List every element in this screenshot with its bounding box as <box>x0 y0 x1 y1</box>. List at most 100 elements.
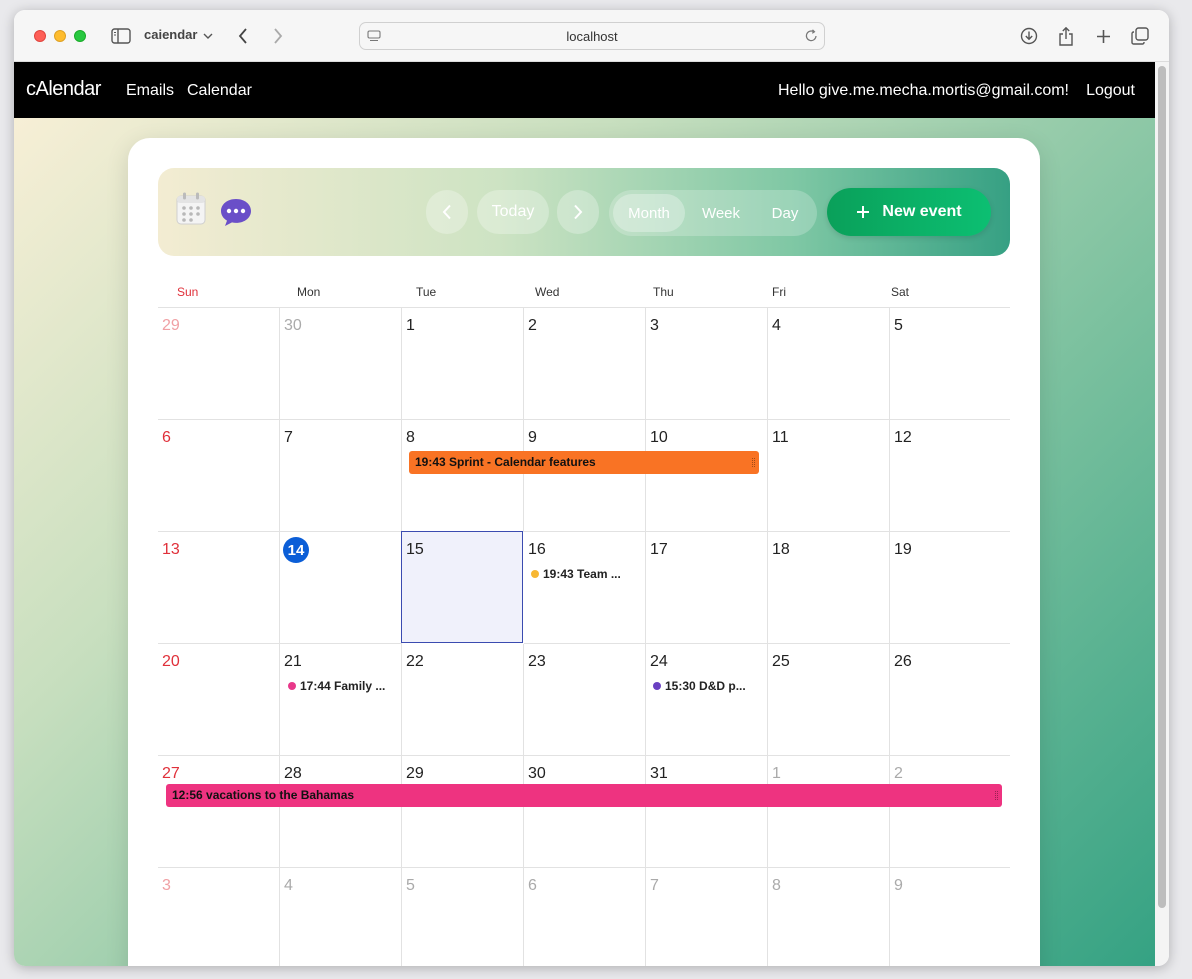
day-cell[interactable]: 5 <box>890 308 1010 420</box>
day-cell[interactable]: 4 <box>768 308 890 420</box>
chat-bubble-icon[interactable] <box>219 197 253 232</box>
day-cell[interactable]: 23 <box>524 644 646 756</box>
day-cell[interactable]: 21 <box>280 644 402 756</box>
view-day-button[interactable]: Day <box>757 194 813 232</box>
day-number: 5 <box>894 317 903 334</box>
day-number: 2 <box>894 765 903 782</box>
day-cell[interactable]: 22 <box>402 644 524 756</box>
day-number: 31 <box>650 765 668 782</box>
day-number: 24 <box>650 653 668 670</box>
day-cell[interactable]: 19 <box>890 532 1010 644</box>
view-month-button[interactable]: Month <box>613 194 685 232</box>
day-cell[interactable]: 27 <box>158 756 280 868</box>
logout-link[interactable]: Logout <box>1086 82 1135 100</box>
day-number: 4 <box>284 877 293 894</box>
day-number: 15 <box>406 541 424 558</box>
day-number: 2 <box>528 317 537 334</box>
minimize-window-button[interactable] <box>54 30 66 42</box>
day-number: 19 <box>894 541 912 558</box>
day-cell[interactable]: 2 <box>524 308 646 420</box>
day-cell[interactable]: 3 <box>158 868 280 966</box>
day-number: 11 <box>772 429 789 446</box>
new-tab-icon[interactable] <box>1094 24 1112 48</box>
day-number: 1 <box>772 765 781 782</box>
day-cell[interactable]: 1 <box>402 308 524 420</box>
event-title: 19:43 Sprint - Calendar features <box>415 455 596 469</box>
day-cell[interactable]: 12 <box>890 420 1010 532</box>
day-cell[interactable]: 9 <box>524 420 646 532</box>
day-cell[interactable]: 24 <box>646 644 768 756</box>
new-event-button[interactable]: New event <box>827 188 991 236</box>
day-cell[interactable]: 2 <box>890 756 1010 868</box>
day-cell[interactable]: 30 <box>280 308 402 420</box>
sidebar-toggle-icon[interactable] <box>110 24 132 48</box>
event-sprint[interactable]: 19:43 Sprint - Calendar features <box>409 451 759 474</box>
day-number: 30 <box>284 317 302 334</box>
nav-link-emails[interactable]: Emails <box>126 82 174 100</box>
day-cell[interactable]: 10 <box>646 420 768 532</box>
brand-logo[interactable]: cAlendar <box>26 78 101 101</box>
day-cell[interactable]: 16 <box>524 532 646 644</box>
day-cell[interactable]: 4 <box>280 868 402 966</box>
day-cell-today[interactable]: 14 <box>280 532 402 644</box>
previous-month-button[interactable] <box>426 190 468 234</box>
day-cell[interactable]: 25 <box>768 644 890 756</box>
user-greeting: Hello give.me.mecha.mortis@gmail.com! <box>778 82 1069 99</box>
day-cell[interactable]: 5 <box>402 868 524 966</box>
day-cell[interactable]: 29 <box>402 756 524 868</box>
day-cell[interactable]: 6 <box>158 420 280 532</box>
nav-link-calendar[interactable]: Calendar <box>187 82 252 100</box>
day-cell[interactable]: 3 <box>646 308 768 420</box>
day-cell[interactable]: 31 <box>646 756 768 868</box>
resize-handle-icon[interactable] <box>995 791 998 800</box>
downloads-icon[interactable] <box>1019 24 1039 48</box>
day-cell[interactable]: 11 <box>768 420 890 532</box>
day-cell[interactable]: 7 <box>646 868 768 966</box>
day-number: 27 <box>162 765 180 782</box>
day-cell[interactable]: 1 <box>768 756 890 868</box>
day-cell[interactable]: 17 <box>646 532 768 644</box>
day-cell[interactable]: 7 <box>280 420 402 532</box>
share-icon[interactable] <box>1057 24 1075 48</box>
back-icon[interactable] <box>234 24 252 48</box>
day-cell-selected[interactable]: 15 <box>401 531 523 643</box>
day-number: 23 <box>528 653 546 670</box>
day-cell[interactable]: 26 <box>890 644 1010 756</box>
resize-handle-icon[interactable] <box>752 458 755 467</box>
tab-overview-icon[interactable] <box>1130 24 1150 48</box>
chevron-down-icon[interactable] <box>202 24 214 48</box>
close-window-button[interactable] <box>34 30 46 42</box>
event-dnd[interactable]: 15:30 D&D p... <box>653 679 746 693</box>
day-cell[interactable]: 18 <box>768 532 890 644</box>
forward-icon[interactable] <box>269 24 287 48</box>
reload-icon[interactable] <box>802 27 820 45</box>
address-bar[interactable]: localhost <box>359 22 825 50</box>
day-cell[interactable]: 9 <box>890 868 1010 966</box>
zoom-window-button[interactable] <box>74 30 86 42</box>
day-cell[interactable]: 28 <box>280 756 402 868</box>
day-cell[interactable]: 8 <box>402 420 524 532</box>
day-cell[interactable]: 30 <box>524 756 646 868</box>
day-number: 10 <box>650 429 668 446</box>
day-number: 3 <box>650 317 659 334</box>
next-month-button[interactable] <box>557 190 599 234</box>
today-button[interactable]: Today <box>477 190 549 234</box>
view-week-button[interactable]: Week <box>689 194 753 232</box>
event-team[interactable]: 19:43 Team ... <box>531 567 621 581</box>
page-scrollbar[interactable] <box>1155 62 1169 966</box>
browser-toolbar: caiendar localhost <box>14 10 1169 62</box>
tab-group-title[interactable]: caiendar <box>144 27 197 42</box>
event-vacation[interactable]: 12:56 vacations to the Bahamas <box>166 784 1002 807</box>
weekday-thu: Thu <box>653 285 674 299</box>
scrollbar-thumb[interactable] <box>1158 66 1166 908</box>
day-number: 17 <box>650 541 668 558</box>
day-cell[interactable]: 8 <box>768 868 890 966</box>
event-family[interactable]: 17:44 Family ... <box>288 679 385 693</box>
day-cell[interactable]: 13 <box>158 532 280 644</box>
day-cell[interactable]: 20 <box>158 644 280 756</box>
day-number: 29 <box>406 765 424 782</box>
day-number: 26 <box>894 653 912 670</box>
day-cell[interactable]: 6 <box>524 868 646 966</box>
chevron-right-icon <box>574 204 583 220</box>
day-cell[interactable]: 29 <box>158 308 280 420</box>
